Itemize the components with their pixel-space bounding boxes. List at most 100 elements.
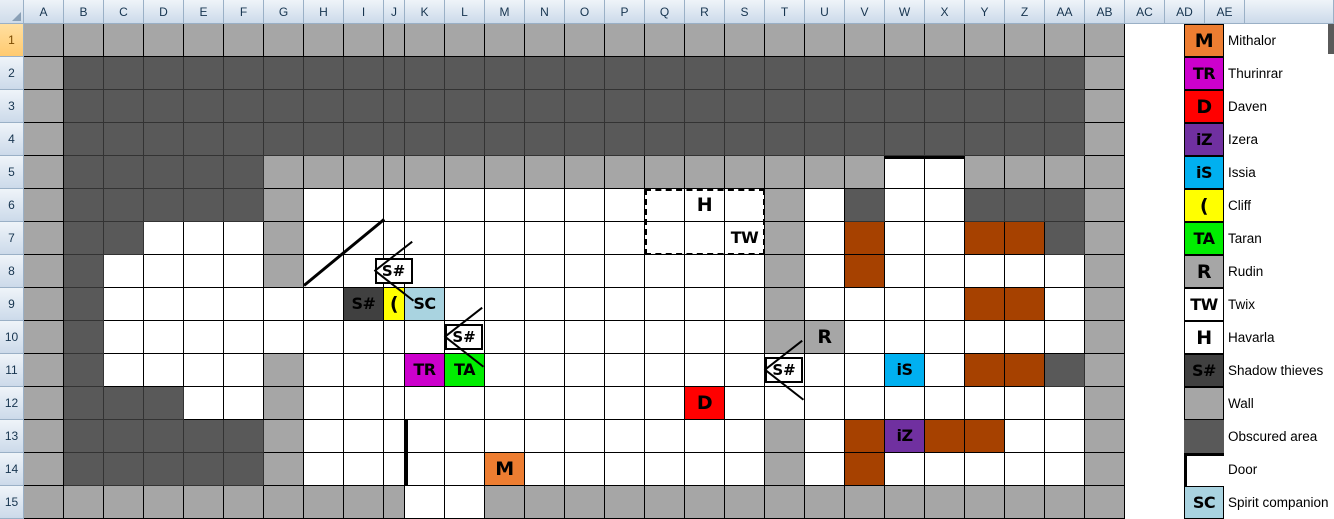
map-cell-j3[interactable] bbox=[384, 90, 405, 123]
map-cell-w2[interactable] bbox=[885, 57, 925, 90]
map-cell-ab9[interactable] bbox=[1085, 288, 1125, 321]
map-cell-v15[interactable] bbox=[845, 486, 885, 519]
map-cell-g7[interactable] bbox=[264, 222, 304, 255]
map-cell-l9[interactable] bbox=[445, 288, 485, 321]
legend-swatch-shadow-thieves[interactable]: S# bbox=[1184, 354, 1224, 387]
map-cell-m14[interactable]: M bbox=[485, 453, 525, 486]
map-cell-ab1[interactable] bbox=[1085, 24, 1125, 57]
map-cell-q3[interactable] bbox=[645, 90, 685, 123]
map-cell-t10[interactable] bbox=[765, 321, 805, 354]
map-cell-h14[interactable] bbox=[304, 453, 344, 486]
map-cell-ab13[interactable] bbox=[1085, 420, 1125, 453]
map-cell-q15[interactable] bbox=[645, 486, 685, 519]
map-cell-v2[interactable] bbox=[845, 57, 885, 90]
column-header-g[interactable]: G bbox=[264, 0, 304, 24]
map-cell-h12[interactable] bbox=[304, 387, 344, 420]
map-cell-e11[interactable] bbox=[184, 354, 224, 387]
map-cell-t5[interactable] bbox=[765, 156, 805, 189]
map-cell-z9[interactable] bbox=[1005, 288, 1045, 321]
map-cell-h1[interactable] bbox=[304, 24, 344, 57]
legend-swatch-door[interactable] bbox=[1184, 453, 1224, 486]
map-cell-h13[interactable] bbox=[304, 420, 344, 453]
map-cell-q5[interactable] bbox=[645, 156, 685, 189]
column-header-j[interactable]: J bbox=[384, 0, 405, 24]
map-cell-q4[interactable] bbox=[645, 123, 685, 156]
map-cell-q10[interactable] bbox=[645, 321, 685, 354]
map-cell-h8[interactable] bbox=[304, 255, 344, 288]
map-cell-d8[interactable] bbox=[144, 255, 184, 288]
map-cell-ab10[interactable] bbox=[1085, 321, 1125, 354]
map-cell-t9[interactable] bbox=[765, 288, 805, 321]
map-cell-p2[interactable] bbox=[605, 57, 645, 90]
map-cell-v10[interactable] bbox=[845, 321, 885, 354]
map-cell-a12[interactable] bbox=[24, 387, 64, 420]
map-cell-g11[interactable] bbox=[264, 354, 304, 387]
map-cell-z13[interactable] bbox=[1005, 420, 1045, 453]
legend-swatch-wall[interactable] bbox=[1184, 387, 1224, 420]
map-cell-n5[interactable] bbox=[525, 156, 565, 189]
map-cell-i5[interactable] bbox=[344, 156, 384, 189]
map-cell-o5[interactable] bbox=[565, 156, 605, 189]
map-cell-r15[interactable] bbox=[685, 486, 725, 519]
map-cell-e13[interactable] bbox=[184, 420, 224, 453]
map-cell-s5[interactable] bbox=[725, 156, 765, 189]
column-header-i[interactable]: I bbox=[344, 0, 384, 24]
map-cell-e14[interactable] bbox=[184, 453, 224, 486]
map-cell-j10[interactable] bbox=[384, 321, 405, 354]
legend-swatch-mithalor[interactable]: M bbox=[1184, 24, 1224, 57]
map-cell-e7[interactable] bbox=[184, 222, 224, 255]
map-cell-x11[interactable] bbox=[925, 354, 965, 387]
map-cell-s1[interactable] bbox=[725, 24, 765, 57]
map-cell-z11[interactable] bbox=[1005, 354, 1045, 387]
map-cell-p12[interactable] bbox=[605, 387, 645, 420]
map-cell-p4[interactable] bbox=[605, 123, 645, 156]
map-cell-g4[interactable] bbox=[264, 123, 304, 156]
map-cell-y5[interactable] bbox=[965, 156, 1005, 189]
map-cell-g15[interactable] bbox=[264, 486, 304, 519]
map-cell-g6[interactable] bbox=[264, 189, 304, 222]
map-cell-o11[interactable] bbox=[565, 354, 605, 387]
map-cell-e9[interactable] bbox=[184, 288, 224, 321]
map-cell-ab2[interactable] bbox=[1085, 57, 1125, 90]
column-header-e[interactable]: E bbox=[184, 0, 224, 24]
map-cell-f9[interactable] bbox=[224, 288, 264, 321]
map-cell-u11[interactable] bbox=[805, 354, 845, 387]
map-cell-p3[interactable] bbox=[605, 90, 645, 123]
map-cell-h9[interactable] bbox=[304, 288, 344, 321]
map-cell-h11[interactable] bbox=[304, 354, 344, 387]
map-cell-p15[interactable] bbox=[605, 486, 645, 519]
map-cell-u4[interactable] bbox=[805, 123, 845, 156]
map-cell-j5[interactable] bbox=[384, 156, 405, 189]
row-header-1[interactable]: 1 bbox=[0, 24, 24, 57]
map-cell-n10[interactable] bbox=[525, 321, 565, 354]
map-cell-j13[interactable] bbox=[384, 420, 405, 453]
map-cell-y9[interactable] bbox=[965, 288, 1005, 321]
column-header-m[interactable]: M bbox=[485, 0, 525, 24]
map-cell-o13[interactable] bbox=[565, 420, 605, 453]
map-cell-o4[interactable] bbox=[565, 123, 605, 156]
map-cell-n11[interactable] bbox=[525, 354, 565, 387]
map-cell-j1[interactable] bbox=[384, 24, 405, 57]
column-header-p[interactable]: P bbox=[605, 0, 645, 24]
map-cell-q8[interactable] bbox=[645, 255, 685, 288]
map-cell-o10[interactable] bbox=[565, 321, 605, 354]
map-cell-u3[interactable] bbox=[805, 90, 845, 123]
map-cell-a3[interactable] bbox=[24, 90, 64, 123]
map-cell-q14[interactable] bbox=[645, 453, 685, 486]
map-cell-o14[interactable] bbox=[565, 453, 605, 486]
map-cell-z3[interactable] bbox=[1005, 90, 1045, 123]
map-cell-m1[interactable] bbox=[485, 24, 525, 57]
map-cell-t14[interactable] bbox=[765, 453, 805, 486]
map-cell-v3[interactable] bbox=[845, 90, 885, 123]
map-cell-l2[interactable] bbox=[445, 57, 485, 90]
map-cell-u2[interactable] bbox=[805, 57, 845, 90]
map-cell-aa9[interactable] bbox=[1045, 288, 1085, 321]
map-cell-f13[interactable] bbox=[224, 420, 264, 453]
map-cell-q7[interactable] bbox=[645, 222, 685, 255]
map-cell-ab6[interactable] bbox=[1085, 189, 1125, 222]
map-cell-w10[interactable] bbox=[885, 321, 925, 354]
column-header-ab[interactable]: AB bbox=[1085, 0, 1125, 24]
map-cell-f3[interactable] bbox=[224, 90, 264, 123]
map-cell-c6[interactable] bbox=[104, 189, 144, 222]
map-cell-d5[interactable] bbox=[144, 156, 184, 189]
